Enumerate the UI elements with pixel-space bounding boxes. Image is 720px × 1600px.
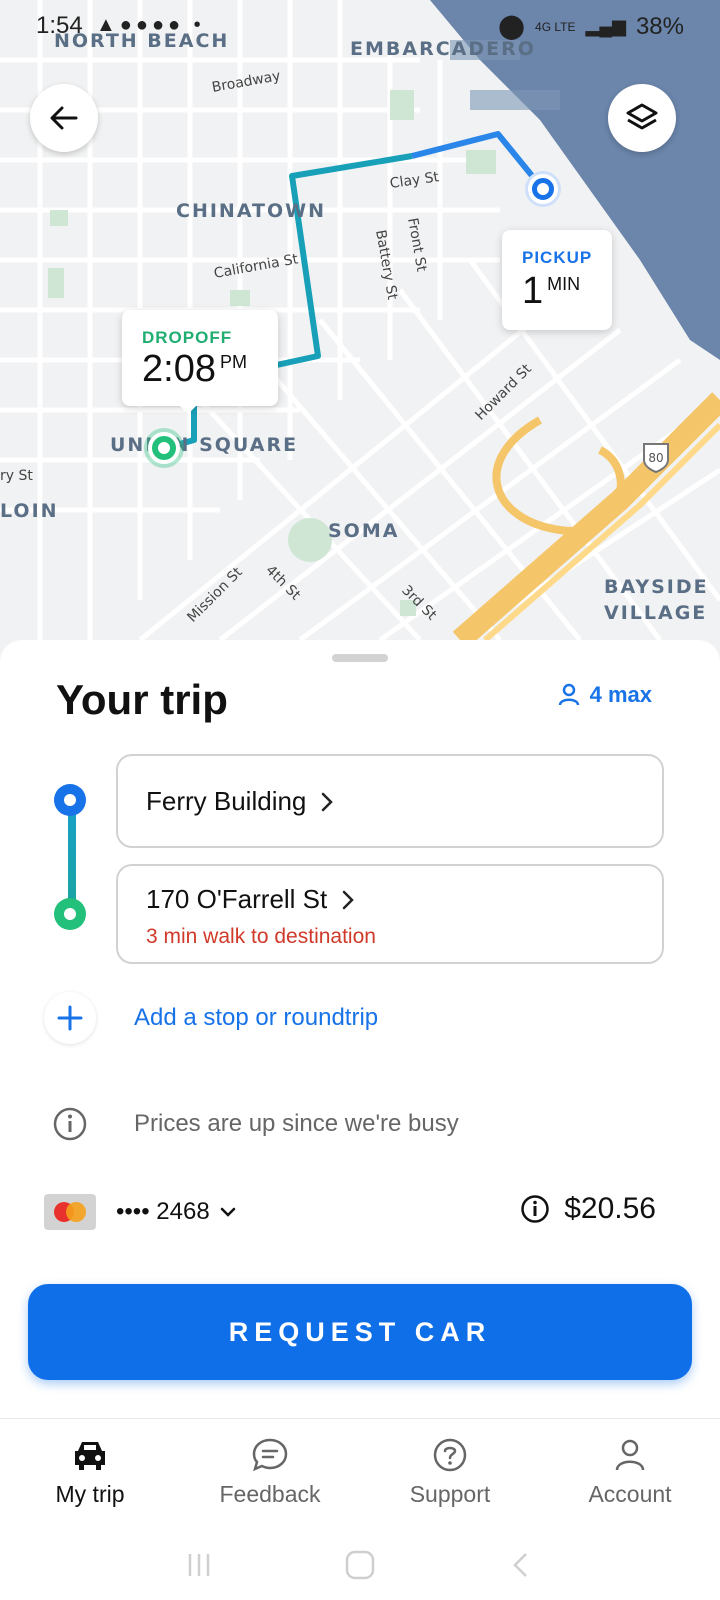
system-nav-bar [0, 1530, 720, 1600]
car-icon [75, 1442, 105, 1470]
status-time: 1:54 [36, 12, 83, 39]
add-stop-label[interactable]: Add a stop or roundtrip [134, 1004, 378, 1032]
chevron-right-icon [343, 890, 355, 909]
nav-my-trip[interactable]: My trip [0, 1419, 180, 1530]
dropoff-marker[interactable] [148, 432, 180, 464]
back-arrow-icon [50, 106, 78, 130]
price-notice-label: Prices are up since we're busy [134, 1110, 459, 1137]
area-label-chinatown: CHINATOWN [176, 200, 327, 222]
dropoff-caption: DROPOFF [142, 328, 233, 347]
price-value: $20.56 [564, 1192, 656, 1225]
trip-sheet: Your trip 4 max Ferry Building 170 O'Far… [0, 640, 720, 1600]
back-button[interactable] [30, 84, 98, 152]
nav-account[interactable]: Account [540, 1419, 720, 1530]
capacity-label: 4 max [589, 682, 652, 707]
area-label-village: VILLAGE [604, 602, 708, 624]
trip-title: Your trip [56, 676, 228, 723]
plus-icon [57, 1005, 83, 1031]
recent-apps-icon[interactable] [184, 1550, 214, 1580]
network-icon: 4G LTE [535, 19, 576, 34]
home-icon[interactable] [343, 1548, 377, 1582]
info-icon [53, 1107, 87, 1141]
nav-label: Account [588, 1481, 672, 1507]
payment-method-selector[interactable]: •••• 2468 [116, 1198, 236, 1226]
price-notice-row: Prices are up since we're busy [44, 1098, 459, 1150]
chevron-down-icon [220, 1207, 235, 1217]
pickup-stop-name: Ferry Building [146, 786, 307, 816]
nav-feedback[interactable]: Feedback [180, 1419, 360, 1530]
request-car-button[interactable]: REQUEST CAR [28, 1284, 692, 1380]
card-number: •••• 2468 [116, 1198, 210, 1225]
drag-handle[interactable] [332, 654, 388, 662]
area-label-bayside: BAYSIDE [604, 576, 709, 598]
add-stop-button[interactable] [44, 992, 96, 1044]
status-right: ⬤ 4G LTE ▂▄▆ 38% [498, 12, 684, 41]
nav-label: My trip [55, 1481, 125, 1507]
person-icon [558, 683, 579, 706]
area-label-soma: SOMA [328, 520, 400, 542]
add-stop-row[interactable]: Add a stop or roundtrip [44, 992, 378, 1044]
mastercard-icon [44, 1194, 96, 1230]
pickup-caption: PICKUP [522, 248, 593, 267]
dropoff-stop-card[interactable]: 170 O'Farrell St 3 min walk to destinati… [116, 864, 664, 964]
highway-shield-icon: 80 [643, 443, 669, 474]
chevron-right-icon [322, 792, 334, 811]
pickup-bubble[interactable]: PICKUP 1 MIN [502, 230, 612, 330]
walk-notice: 3 min walk to destination [146, 925, 376, 948]
layers-icon [626, 103, 658, 130]
dropoff-bubble-tail [178, 404, 198, 414]
dropoff-dot [54, 898, 86, 930]
location-icon: ⬤ [498, 13, 526, 40]
status-bar: 1:54 ▲●●●● • ⬤ 4G LTE ▂▄▆ 38% [0, 0, 720, 52]
chat-icon [252, 1438, 288, 1472]
svg-text:80: 80 [648, 451, 663, 465]
dropoff-stop-name: 170 O'Farrell St [146, 884, 328, 914]
notification-icons: ▲●●●● • [96, 14, 205, 36]
bottom-nav: My trip Feedback Support Account [0, 1418, 720, 1530]
pickup-marker[interactable] [528, 174, 558, 204]
help-icon [433, 1438, 467, 1472]
signal-icon: ▂▄▆ [585, 16, 626, 36]
area-label-tenderloin: LOIN [0, 500, 59, 522]
nav-label: Support [409, 1481, 491, 1507]
price-display[interactable]: $20.56 [520, 1192, 656, 1226]
payment-row: •••• 2468 $20.56 [44, 1192, 656, 1232]
pickup-dot [54, 784, 86, 816]
system-back-icon[interactable] [506, 1550, 536, 1580]
pickup-stop-card[interactable]: Ferry Building [116, 754, 664, 848]
street-label: ry St [0, 468, 33, 484]
person-icon [615, 1439, 645, 1471]
price-info-icon [521, 1195, 549, 1223]
pickup-eta: 1 MIN [522, 270, 581, 312]
nav-label: Feedback [219, 1481, 321, 1507]
battery-label: 38% [635, 12, 684, 40]
area-label-union-square: UNION SQUARE [110, 434, 299, 456]
map-view[interactable]: 80 NORTH BEACH EMBARCADERO CHINATOWN UNI… [0, 0, 720, 680]
nav-support[interactable]: Support [360, 1419, 540, 1530]
dropoff-eta: 2:08 PM [142, 348, 247, 390]
dropoff-bubble[interactable]: DROPOFF 2:08 PM [122, 310, 278, 406]
layers-button[interactable] [608, 84, 676, 152]
passenger-capacity[interactable]: 4 max [558, 682, 652, 708]
